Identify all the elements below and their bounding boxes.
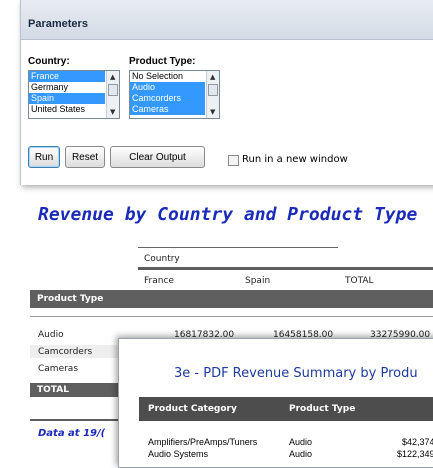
pdf-title: 3e - PDF Revenue Summary by Produ [174, 366, 418, 381]
col-spain: Spain [245, 276, 271, 286]
report-title: Revenue by Country and Product Type [38, 204, 418, 225]
clear-output-button[interactable]: Clear Output [110, 146, 205, 168]
pdf-row-1-category: Amplifiers/PreAmps/Tuners [148, 437, 258, 447]
data-at-label: Data at 19/( [38, 428, 106, 439]
country-option[interactable]: France [29, 71, 105, 82]
scroll-up-icon[interactable]: ▲ [110, 73, 115, 81]
scroll-down-icon[interactable]: ▼ [210, 108, 215, 116]
product-type-option[interactable]: Audio [130, 82, 205, 93]
reset-button[interactable]: Reset [65, 146, 105, 168]
product-type-option[interactable]: Camcorders [130, 93, 205, 104]
pdf-row-1-type: Audio [289, 437, 313, 447]
pdf-col-product-type: Product Type [289, 404, 356, 414]
run-new-window-checkbox[interactable] [228, 155, 239, 166]
header-bar [138, 267, 433, 270]
row-cameras-label: Cameras [38, 364, 79, 374]
country-option[interactable]: Germany [29, 82, 105, 93]
product-type-label: Product Type: [129, 56, 196, 67]
scroll-thumb[interactable] [208, 84, 218, 96]
scroll-thumb[interactable] [108, 84, 118, 96]
product-type-listbox-scrollbar[interactable]: ▲ ▼ [206, 71, 219, 118]
divider [30, 316, 433, 317]
pdf-window: 3e - PDF Revenue Summary by Produ Produc… [118, 338, 433, 468]
scroll-down-icon[interactable]: ▼ [110, 108, 115, 116]
scroll-up-icon[interactable]: ▲ [210, 73, 215, 81]
pdf-table-header: Product Category Product Type R [139, 397, 433, 421]
pdf-row-1-value: $42,374 [402, 437, 433, 447]
row-camcorders-label: Camcorders [38, 347, 93, 357]
pdf-col-product-category: Product Category [148, 404, 237, 414]
col-france: France [144, 276, 174, 286]
col-total: TOTAL [345, 276, 374, 286]
run-new-window-label: Run in a new window [242, 154, 348, 165]
country-listbox-scrollbar[interactable]: ▲ ▼ [106, 71, 119, 118]
product-type-option[interactable]: No Selection [130, 71, 205, 82]
country-option[interactable]: United States [29, 104, 105, 115]
product-type-header: Product Type [30, 290, 433, 308]
product-type-option[interactable]: Cameras [130, 104, 205, 115]
run-button[interactable]: Run [28, 146, 60, 168]
country-label: Country: [28, 56, 70, 67]
row-audio-label: Audio [38, 330, 64, 340]
country-listbox[interactable]: France Germany Spain United States ▲ ▼ [28, 70, 120, 119]
product-type-listbox[interactable]: No Selection Audio Camcorders Cameras ▲ ▼ [129, 70, 220, 119]
divider [138, 247, 338, 248]
parameters-title: Parameters [21, 0, 433, 40]
country-option[interactable]: Spain [29, 93, 105, 104]
parameters-window: Parameters Country: France Germany Spain Un… [20, 0, 433, 185]
country-header: Country [144, 254, 180, 264]
